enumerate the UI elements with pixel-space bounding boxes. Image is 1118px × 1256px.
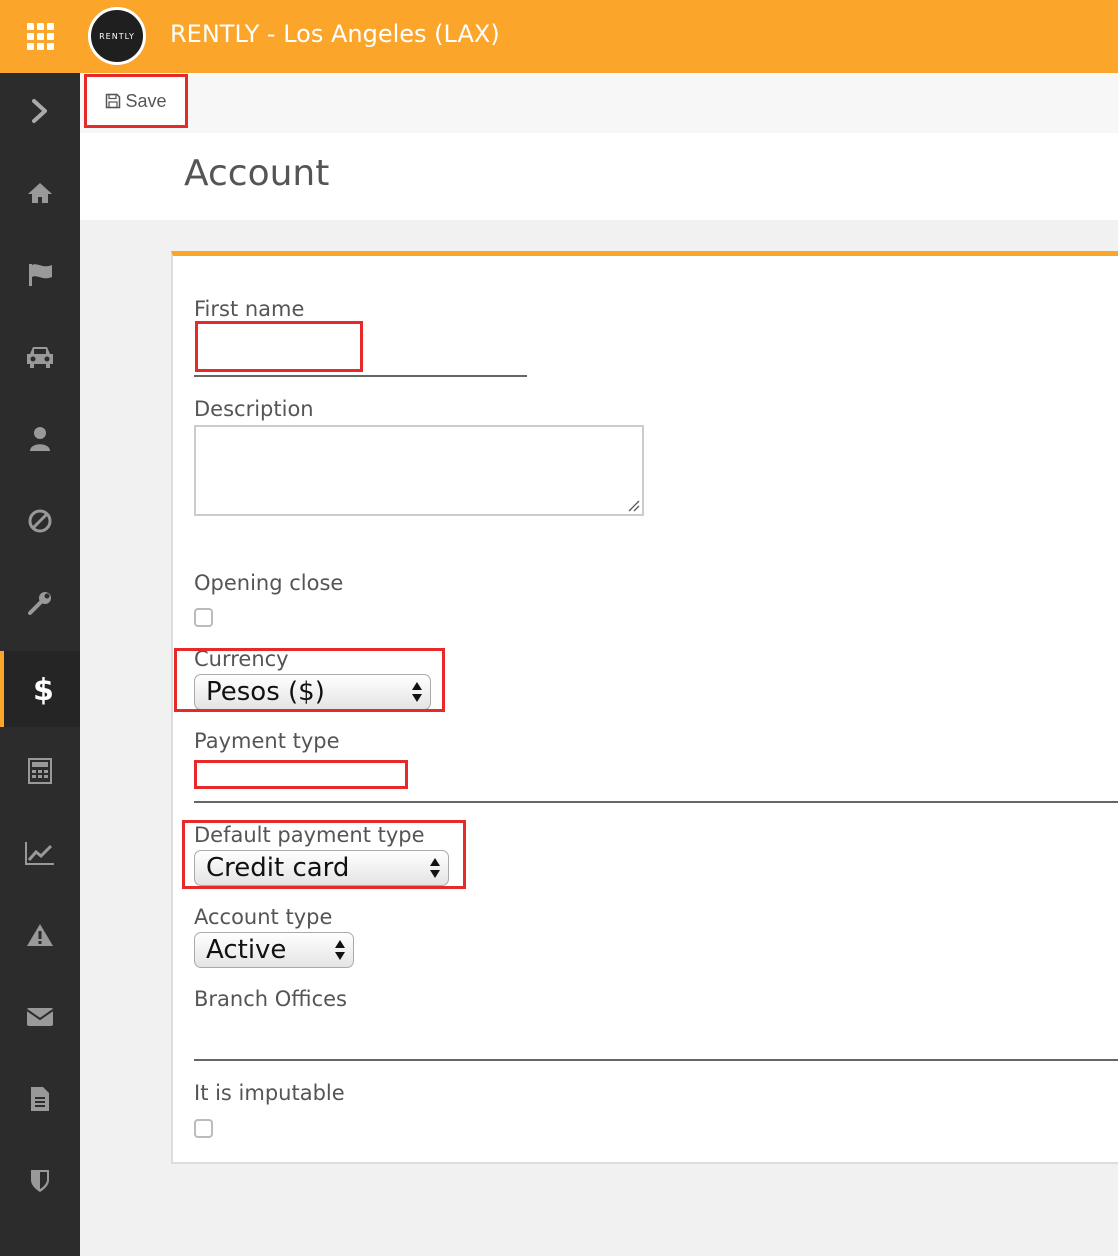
first-name-underline [194, 375, 527, 377]
dollar-icon: $ [33, 673, 53, 706]
sidebar-item-calculator[interactable] [0, 733, 80, 809]
default-payment-type-select[interactable]: Credit card [194, 850, 449, 886]
sidebar: $ [0, 73, 80, 1256]
flag-icon [29, 264, 52, 286]
sidebar-item-documents[interactable] [0, 1061, 80, 1137]
sidebar-item-vehicles[interactable] [0, 319, 80, 395]
sidebar-item-reports[interactable] [0, 815, 80, 891]
page-title: Account [184, 153, 330, 194]
branch-offices-underline [194, 1059, 1118, 1061]
sidebar-item-users[interactable] [0, 401, 80, 477]
page-header: Account [80, 133, 1118, 220]
sidebar-item-blocked[interactable] [0, 483, 80, 559]
sidebar-item-home[interactable] [0, 155, 80, 231]
description-label: Description [194, 397, 314, 421]
payment-type-underline [194, 801, 1118, 803]
payment-type-input[interactable] [198, 776, 408, 790]
svg-text:$: $ [33, 673, 53, 706]
sidebar-item-expand[interactable] [0, 73, 80, 149]
currency-select[interactable]: Pesos ($) [194, 674, 431, 710]
account-type-select[interactable]: Active [194, 932, 354, 968]
opening-close-checkbox[interactable] [194, 608, 213, 627]
account-type-label: Account type [194, 905, 333, 929]
save-button[interactable]: Save [84, 74, 188, 128]
select-arrows-icon [412, 682, 422, 702]
sidebar-item-messages[interactable] [0, 979, 80, 1055]
branch-offices-label: Branch Offices [194, 987, 347, 1011]
sidebar-item-maintenance[interactable] [0, 565, 80, 641]
document-icon [31, 1087, 49, 1111]
top-bar: RENTLY RENTLY - Los Angeles (LAX) [0, 0, 1118, 73]
chevron-right-icon [32, 99, 47, 123]
sidebar-item-flag[interactable] [0, 237, 80, 313]
logo-text: RENTLY [99, 31, 135, 41]
sidebar-item-accounts[interactable]: $ [0, 651, 80, 727]
first-name-label: First name [194, 297, 305, 321]
sidebar-item-security[interactable] [0, 1143, 80, 1219]
floppy-disk-icon [106, 93, 121, 109]
user-icon [30, 427, 50, 451]
resize-grip-icon[interactable] [626, 498, 640, 512]
currency-label: Currency [194, 647, 289, 671]
payment-type-label: Payment type [194, 729, 340, 753]
warning-icon [27, 924, 53, 946]
select-arrows-icon [430, 858, 440, 878]
branch-offices-input[interactable] [198, 1034, 408, 1048]
ban-icon [28, 509, 52, 533]
description-textarea[interactable] [194, 425, 644, 516]
default-payment-type-label: Default payment type [194, 823, 425, 847]
account-type-select-value: Active [206, 935, 287, 965]
apps-menu-button[interactable] [0, 0, 80, 73]
shield-icon [31, 1170, 49, 1192]
chart-line-icon [25, 842, 54, 865]
car-icon [27, 347, 53, 368]
currency-select-value: Pesos ($) [206, 677, 325, 707]
imputable-label: It is imputable [194, 1081, 345, 1105]
calculator-icon [28, 758, 52, 784]
opening-close-label: Opening close [194, 571, 344, 595]
sidebar-item-alerts[interactable] [0, 897, 80, 973]
apps-grid-icon [26, 23, 54, 50]
toolbar: Save [80, 73, 1118, 133]
select-arrows-icon [335, 940, 345, 960]
save-button-label: Save [125, 90, 167, 111]
imputable-checkbox[interactable] [194, 1119, 213, 1138]
app-logo[interactable]: RENTLY [88, 7, 146, 65]
home-icon [28, 183, 52, 203]
first-name-input[interactable] [194, 322, 526, 374]
default-payment-type-select-value: Credit card [206, 853, 350, 883]
wrench-icon [28, 592, 51, 615]
envelope-icon [26, 1008, 54, 1026]
app-title: RENTLY - Los Angeles (LAX) [170, 20, 500, 48]
